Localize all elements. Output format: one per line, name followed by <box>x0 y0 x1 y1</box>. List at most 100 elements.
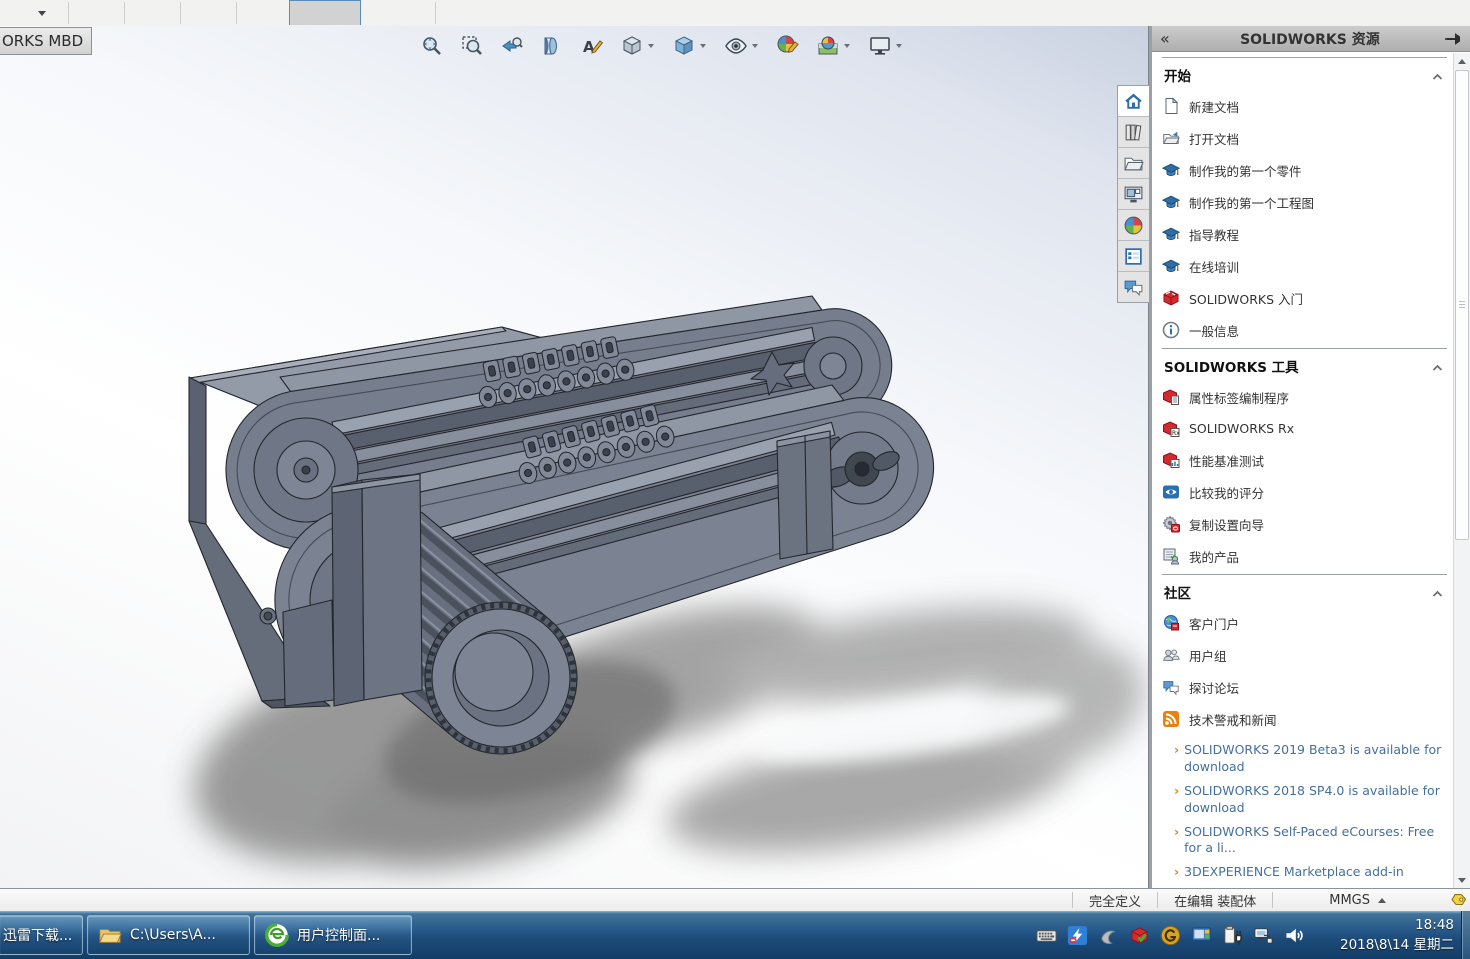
task-pane-item[interactable]: 打开文档 <box>1162 122 1451 154</box>
chevron-down-icon[interactable] <box>752 44 758 48</box>
task-pane-item[interactable]: 复制设置向导 <box>1162 508 1451 540</box>
display-style-button[interactable] <box>668 32 712 60</box>
solidworks-window: ORKS MBD A « SOLIDWORKS 资源 开始新建文档打开文档制作我… <box>0 0 1470 959</box>
scroll-down-icon[interactable] <box>1454 872 1470 888</box>
3d-drawing-view-button[interactable]: A <box>576 32 608 60</box>
side-tab-view-palette[interactable] <box>1118 179 1149 210</box>
apply-scene-button[interactable] <box>812 32 856 60</box>
hide-show-items-button[interactable] <box>720 32 764 60</box>
task-pane-item[interactable]: SOLIDWORKS 入门 <box>1162 282 1451 314</box>
forumtab-icon <box>1123 277 1144 298</box>
section-title: SOLIDWORKS 工具 <box>1164 356 1299 376</box>
view-orientation-button[interactable] <box>616 32 660 60</box>
taskbar-button-2[interactable]: 用户控制面... <box>254 915 412 955</box>
chevron-down-icon[interactable] <box>844 44 850 48</box>
active-command-tab[interactable] <box>289 0 361 25</box>
zoom-to-area-button[interactable] <box>456 32 488 60</box>
task-pane-item[interactable]: 技术警戒和新闻 <box>1162 703 1451 735</box>
device-eject-icon[interactable] <box>1222 925 1243 946</box>
section-view-button[interactable] <box>536 32 568 60</box>
task-pane-item[interactable]: 探讨论坛 <box>1162 671 1451 703</box>
heads-up-view-toolbar: A <box>416 32 908 60</box>
collapse-section-icon[interactable] <box>1432 66 1443 85</box>
task-pane-item[interactable]: RxSOLIDWORKS Rx <box>1162 413 1451 444</box>
gold-g-icon[interactable] <box>1160 925 1181 946</box>
new-document-icon <box>1162 97 1180 115</box>
task-pane-item[interactable]: 在线培训 <box>1162 250 1451 282</box>
task-pane-scrollbar[interactable] <box>1453 53 1470 888</box>
news-bullet-icon: › <box>1174 742 1179 776</box>
volume-icon[interactable] <box>1284 925 1305 946</box>
thunder-icon[interactable] <box>1067 925 1088 946</box>
status-edit-mode: 在编辑 装配体 <box>1160 891 1270 910</box>
task-pane-item[interactable]: 新建文档 <box>1162 90 1451 122</box>
taskbar-clock[interactable]: 18:48 2018\8\14 星期二 <box>1340 916 1454 955</box>
collapse-section-icon[interactable] <box>1432 583 1443 602</box>
collapse-pane-icon[interactable]: « <box>1160 31 1170 47</box>
side-tab-custom-properties[interactable] <box>1118 241 1149 272</box>
task-pane-item[interactable]: 客户门户 <box>1162 607 1451 639</box>
sw-bench-icon <box>1162 451 1180 469</box>
show-desktop-button[interactable] <box>1461 911 1470 959</box>
library-icon <box>1123 122 1144 143</box>
scrollbar-thumb[interactable] <box>1455 70 1469 540</box>
graduation-cap-icon <box>1162 257 1180 275</box>
chevron-down-icon[interactable] <box>38 11 46 16</box>
tag-icon[interactable] <box>1448 891 1466 909</box>
task-pane-item[interactable]: 制作我的第一个工程图 <box>1162 186 1451 218</box>
chevron-down-icon[interactable] <box>700 44 706 48</box>
task-pane-item[interactable]: 比较我的评分 <box>1162 476 1451 508</box>
side-tab-file-explorer[interactable] <box>1118 148 1149 179</box>
section-header[interactable]: 社区 <box>1162 575 1451 607</box>
task-pane-item[interactable]: 制作我的第一个零件 <box>1162 154 1451 186</box>
news-link[interactable]: ›SOLIDWORKS 2019 Beta3 is available for … <box>1174 742 1446 776</box>
task-pane-item[interactable]: 我的产品 <box>1162 540 1451 572</box>
task-pane-item[interactable]: 性能基准测试 <box>1162 444 1451 476</box>
view-settings-button[interactable] <box>864 32 908 60</box>
task-pane-item[interactable]: 用户组 <box>1162 639 1451 671</box>
taskbar-button-0[interactable]: 迅雷下载... <box>0 915 83 955</box>
chevron-down-icon[interactable] <box>896 44 902 48</box>
side-tab-solidworks-forum[interactable] <box>1118 272 1149 302</box>
side-tab-appearances-scenes[interactable] <box>1118 210 1149 241</box>
section-header[interactable]: SOLIDWORKS 工具 <box>1162 349 1451 381</box>
taskbar-button-label: C:\Users\A... <box>130 927 216 943</box>
item-label: 比较我的评分 <box>1189 483 1264 502</box>
zoom-to-fit-button[interactable] <box>416 32 448 60</box>
news-bullet-icon: › <box>1174 824 1179 858</box>
display-tool-icon[interactable] <box>1191 925 1212 946</box>
tab-solidworks-mbd[interactable]: ORKS MBD <box>0 27 92 55</box>
task-pane-item[interactable]: 属性标签编制程序 <box>1162 381 1451 413</box>
info-icon <box>1162 321 1180 339</box>
chevron-down-icon[interactable] <box>648 44 654 48</box>
section-title: 社区 <box>1164 582 1191 602</box>
news-link[interactable]: ›SOLIDWORKS 2018 SP4.0 is available for … <box>1174 783 1446 817</box>
side-tab-design-library[interactable] <box>1118 117 1149 148</box>
side-tab-solidworks-resources[interactable] <box>1118 86 1149 117</box>
task-pane-item[interactable]: 指导教程 <box>1162 218 1451 250</box>
mouse-utility-icon[interactable] <box>1098 925 1119 946</box>
item-label: 一般信息 <box>1189 321 1239 340</box>
taskbar-button-1[interactable]: C:\Users\A... <box>87 915 250 955</box>
3d-model-assembly[interactable] <box>0 26 1148 888</box>
tab-divider <box>435 2 436 24</box>
edit-appearance-button[interactable] <box>772 32 804 60</box>
section-header[interactable]: 开始 <box>1162 58 1451 90</box>
task-pane-item[interactable]: 一般信息 <box>1162 314 1451 346</box>
folderbig-icon <box>98 923 122 947</box>
collapse-section-icon[interactable] <box>1432 357 1443 376</box>
previous-view-button[interactable] <box>496 32 528 60</box>
forum-icon <box>1162 678 1180 696</box>
graphics-viewport[interactable]: ORKS MBD A <box>0 26 1148 888</box>
pin-icon[interactable] <box>1444 30 1462 48</box>
scroll-up-icon[interactable] <box>1454 53 1470 69</box>
tab-divider <box>236 2 237 24</box>
view-orientation-icon <box>620 34 644 58</box>
network-icon[interactable] <box>1253 925 1274 946</box>
news-link[interactable]: ›3DEXPERIENCE Marketplace add-in <box>1174 864 1446 881</box>
news-link[interactable]: ›SOLIDWORKS Self-Paced eCourses: Free fo… <box>1174 824 1446 858</box>
input-keyboard-icon[interactable] <box>1036 925 1057 946</box>
status-units-dropdown[interactable]: MMGS <box>1315 893 1400 908</box>
sw-monitor-icon[interactable] <box>1129 925 1150 946</box>
news-list: ›SOLIDWORKS 2019 Beta3 is available for … <box>1174 742 1451 881</box>
